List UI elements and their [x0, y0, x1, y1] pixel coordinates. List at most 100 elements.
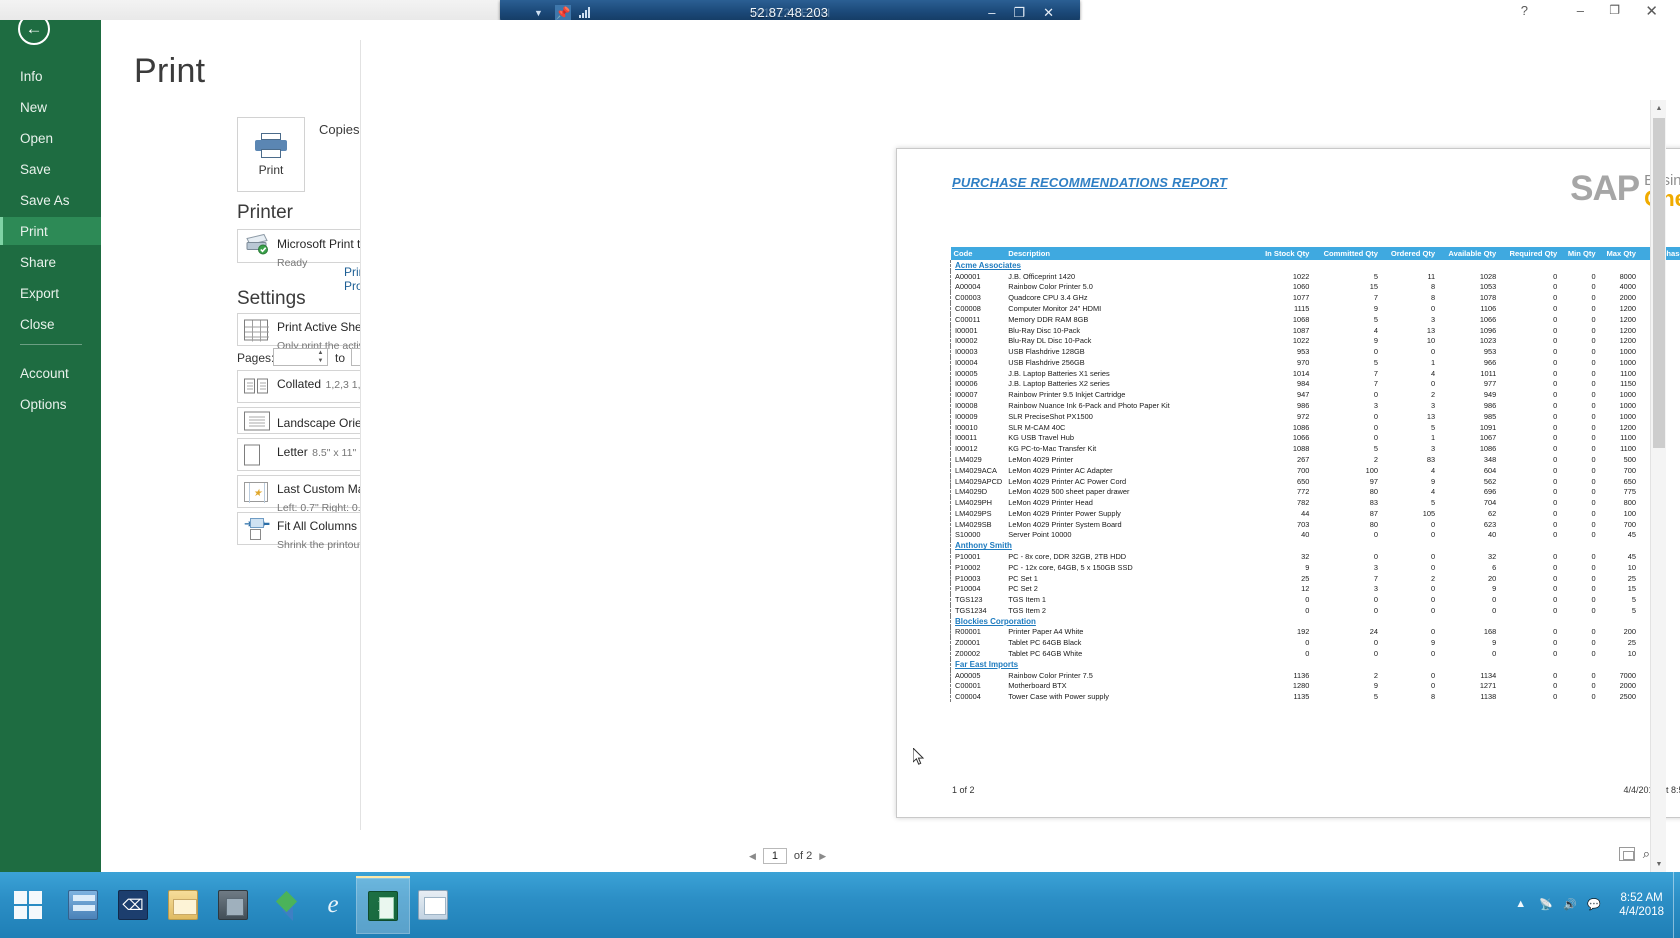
cell-min-qty: 0	[1560, 583, 1598, 594]
column-header-required-qty: Required Qty	[1499, 247, 1560, 260]
taskbar-item-device-manager[interactable]	[206, 876, 260, 934]
cell-required-qty: 0	[1499, 346, 1560, 357]
preview-scrollbar[interactable]: ▲ ▼	[1650, 100, 1666, 872]
cell-max-qty: 1150	[1599, 379, 1639, 390]
backstage-item-close[interactable]: Close	[0, 310, 101, 338]
show-desktop-button[interactable]	[1673, 872, 1680, 938]
cell-committed-qty: 0	[1312, 422, 1381, 433]
cell-ordered-qty: 0	[1381, 346, 1438, 357]
cell-description: Tablet PC 64GB Black	[1005, 637, 1255, 648]
cell-code: I00009	[951, 411, 1006, 422]
table-row: Z00001Tablet PC 64GB Black0099002516	[951, 637, 1680, 648]
previous-page-button[interactable]: ◀	[749, 851, 756, 862]
cell-committed-qty: 7	[1312, 573, 1381, 584]
backstage-item-account[interactable]: Account	[0, 359, 101, 387]
network-icon[interactable]: 📡	[1539, 898, 1553, 912]
cell-max-qty: 1200	[1599, 422, 1639, 433]
stepper-down-icon: ▼	[318, 358, 324, 364]
cell-required-qty: 0	[1499, 583, 1560, 594]
window-minimize-button[interactable]: –	[1577, 3, 1584, 18]
cell-description: PC - 8x core, DDR 32GB, 2TB HDD	[1005, 551, 1255, 562]
cell-description: PC Set 1	[1005, 573, 1255, 584]
backstage-item-print[interactable]: Print	[0, 217, 101, 245]
cell-code: C00003	[951, 292, 1006, 303]
taskbar-item-excel[interactable]: X	[356, 876, 410, 934]
zoom-to-page-icon[interactable]	[1619, 847, 1635, 861]
backstage-item-label: Export	[20, 286, 59, 301]
backstage-item-options[interactable]: Options	[0, 390, 101, 418]
page-number-input[interactable]: 1	[763, 848, 787, 864]
cell-committed-qty: 15	[1312, 282, 1381, 293]
backstage-item-export[interactable]: Export	[0, 279, 101, 307]
backstage-item-open[interactable]: Open	[0, 124, 101, 152]
cell-committed-qty: 7	[1312, 368, 1381, 379]
cell-max-qty: 2000	[1599, 680, 1639, 691]
column-header-available-qty: Available Qty	[1438, 247, 1499, 260]
print-button[interactable]: Print	[237, 117, 305, 192]
window-maximize-button[interactable]: ❐	[1609, 3, 1620, 17]
cell-in-stock-qty: 267	[1255, 454, 1312, 465]
taskbar-item-sap-business-one[interactable]	[406, 876, 460, 934]
cell-code: I00007	[951, 389, 1006, 400]
taskbar-item-file-explorer[interactable]	[156, 876, 210, 934]
cell-max-qty: 8000	[1599, 271, 1639, 282]
backstage-item-save[interactable]: Save	[0, 155, 101, 183]
scroll-up-icon[interactable]: ▲	[1651, 100, 1667, 116]
cell-description: USB Flashdrive 256GB	[1005, 357, 1255, 368]
taskbar-item-server-manager[interactable]	[56, 876, 110, 934]
cell-committed-qty: 97	[1312, 476, 1381, 487]
show-hidden-icons-icon[interactable]: ▲	[1515, 898, 1529, 912]
cell-ordered-qty: 8	[1381, 292, 1438, 303]
menu-divider	[20, 344, 82, 345]
action-center-icon[interactable]: 💬	[1587, 898, 1601, 912]
volume-icon[interactable]: 🔊	[1563, 898, 1577, 912]
stepper-up-icon: ▲	[318, 350, 324, 356]
taskbar-item-powershell[interactable]: ⌫	[106, 876, 160, 934]
column-header-description: Description	[1005, 247, 1255, 260]
cell-code: I00005	[951, 368, 1006, 379]
cell-in-stock-qty: 1077	[1255, 292, 1312, 303]
vendor-group-label: Acme Associates	[951, 260, 1680, 271]
taskbar-item-green-app[interactable]	[256, 876, 310, 934]
cell-available-qty: 6	[1438, 562, 1499, 573]
clock[interactable]: 8:52 AM 4/4/2018	[1611, 891, 1670, 919]
backstage-item-save-as[interactable]: Save As	[0, 186, 101, 214]
print-settings-pane: Print Print Copies: 1 ▲ ▼ Printer i Micr…	[101, 20, 361, 872]
cell-committed-qty: 5	[1312, 691, 1381, 702]
pages-from-stepper[interactable]: ▲ ▼	[316, 349, 325, 365]
table-row: LM4029ACALeMon 4029 Printer AC Adapter70…	[951, 465, 1680, 476]
cell-in-stock-qty: 700	[1255, 465, 1312, 476]
file-explorer-icon	[168, 890, 198, 920]
cell-max-qty: 1100	[1599, 368, 1639, 379]
next-page-button[interactable]: ▶	[819, 851, 826, 862]
cell-code: Z00002	[951, 648, 1006, 659]
cell-code: I00006	[951, 379, 1006, 390]
cell-ordered-qty: 0	[1381, 680, 1438, 691]
cell-code: R00001	[951, 627, 1006, 638]
backstage-item-share[interactable]: Share	[0, 248, 101, 276]
cell-description: KG USB Travel Hub	[1005, 433, 1255, 444]
cell-required-qty: 0	[1499, 508, 1560, 519]
start-button[interactable]	[4, 876, 52, 934]
cell-ordered-qty: 0	[1381, 583, 1438, 594]
taskbar-item-internet-explorer[interactable]: e	[306, 876, 360, 934]
backstage-item-info[interactable]: Info	[0, 62, 101, 90]
cell-code: I00001	[951, 325, 1006, 336]
backstage-item-new[interactable]: New	[0, 93, 101, 121]
cell-in-stock-qty: 12	[1255, 583, 1312, 594]
magnifier-icon[interactable]: ⌕	[1643, 846, 1650, 862]
printer-section-heading: Printer	[237, 202, 293, 224]
collation-title: Collated	[277, 377, 321, 391]
cell-code: S10000	[951, 530, 1006, 541]
table-row: LM4029SBLeMon 4029 Printer System Board7…	[951, 519, 1680, 530]
cell-max-qty: 1100	[1599, 433, 1639, 444]
window-close-button[interactable]: ✕	[1645, 2, 1658, 20]
cell-min-qty: 0	[1560, 433, 1598, 444]
help-icon[interactable]: ?	[1521, 3, 1528, 18]
backstage-item-label: Info	[20, 69, 43, 84]
backstage-item-label: New	[20, 100, 47, 115]
scroll-down-icon[interactable]: ▼	[1651, 856, 1667, 872]
cell-max-qty: 775	[1599, 486, 1639, 497]
scrollbar-thumb[interactable]	[1653, 118, 1665, 448]
cell-committed-qty: 80	[1312, 519, 1381, 530]
